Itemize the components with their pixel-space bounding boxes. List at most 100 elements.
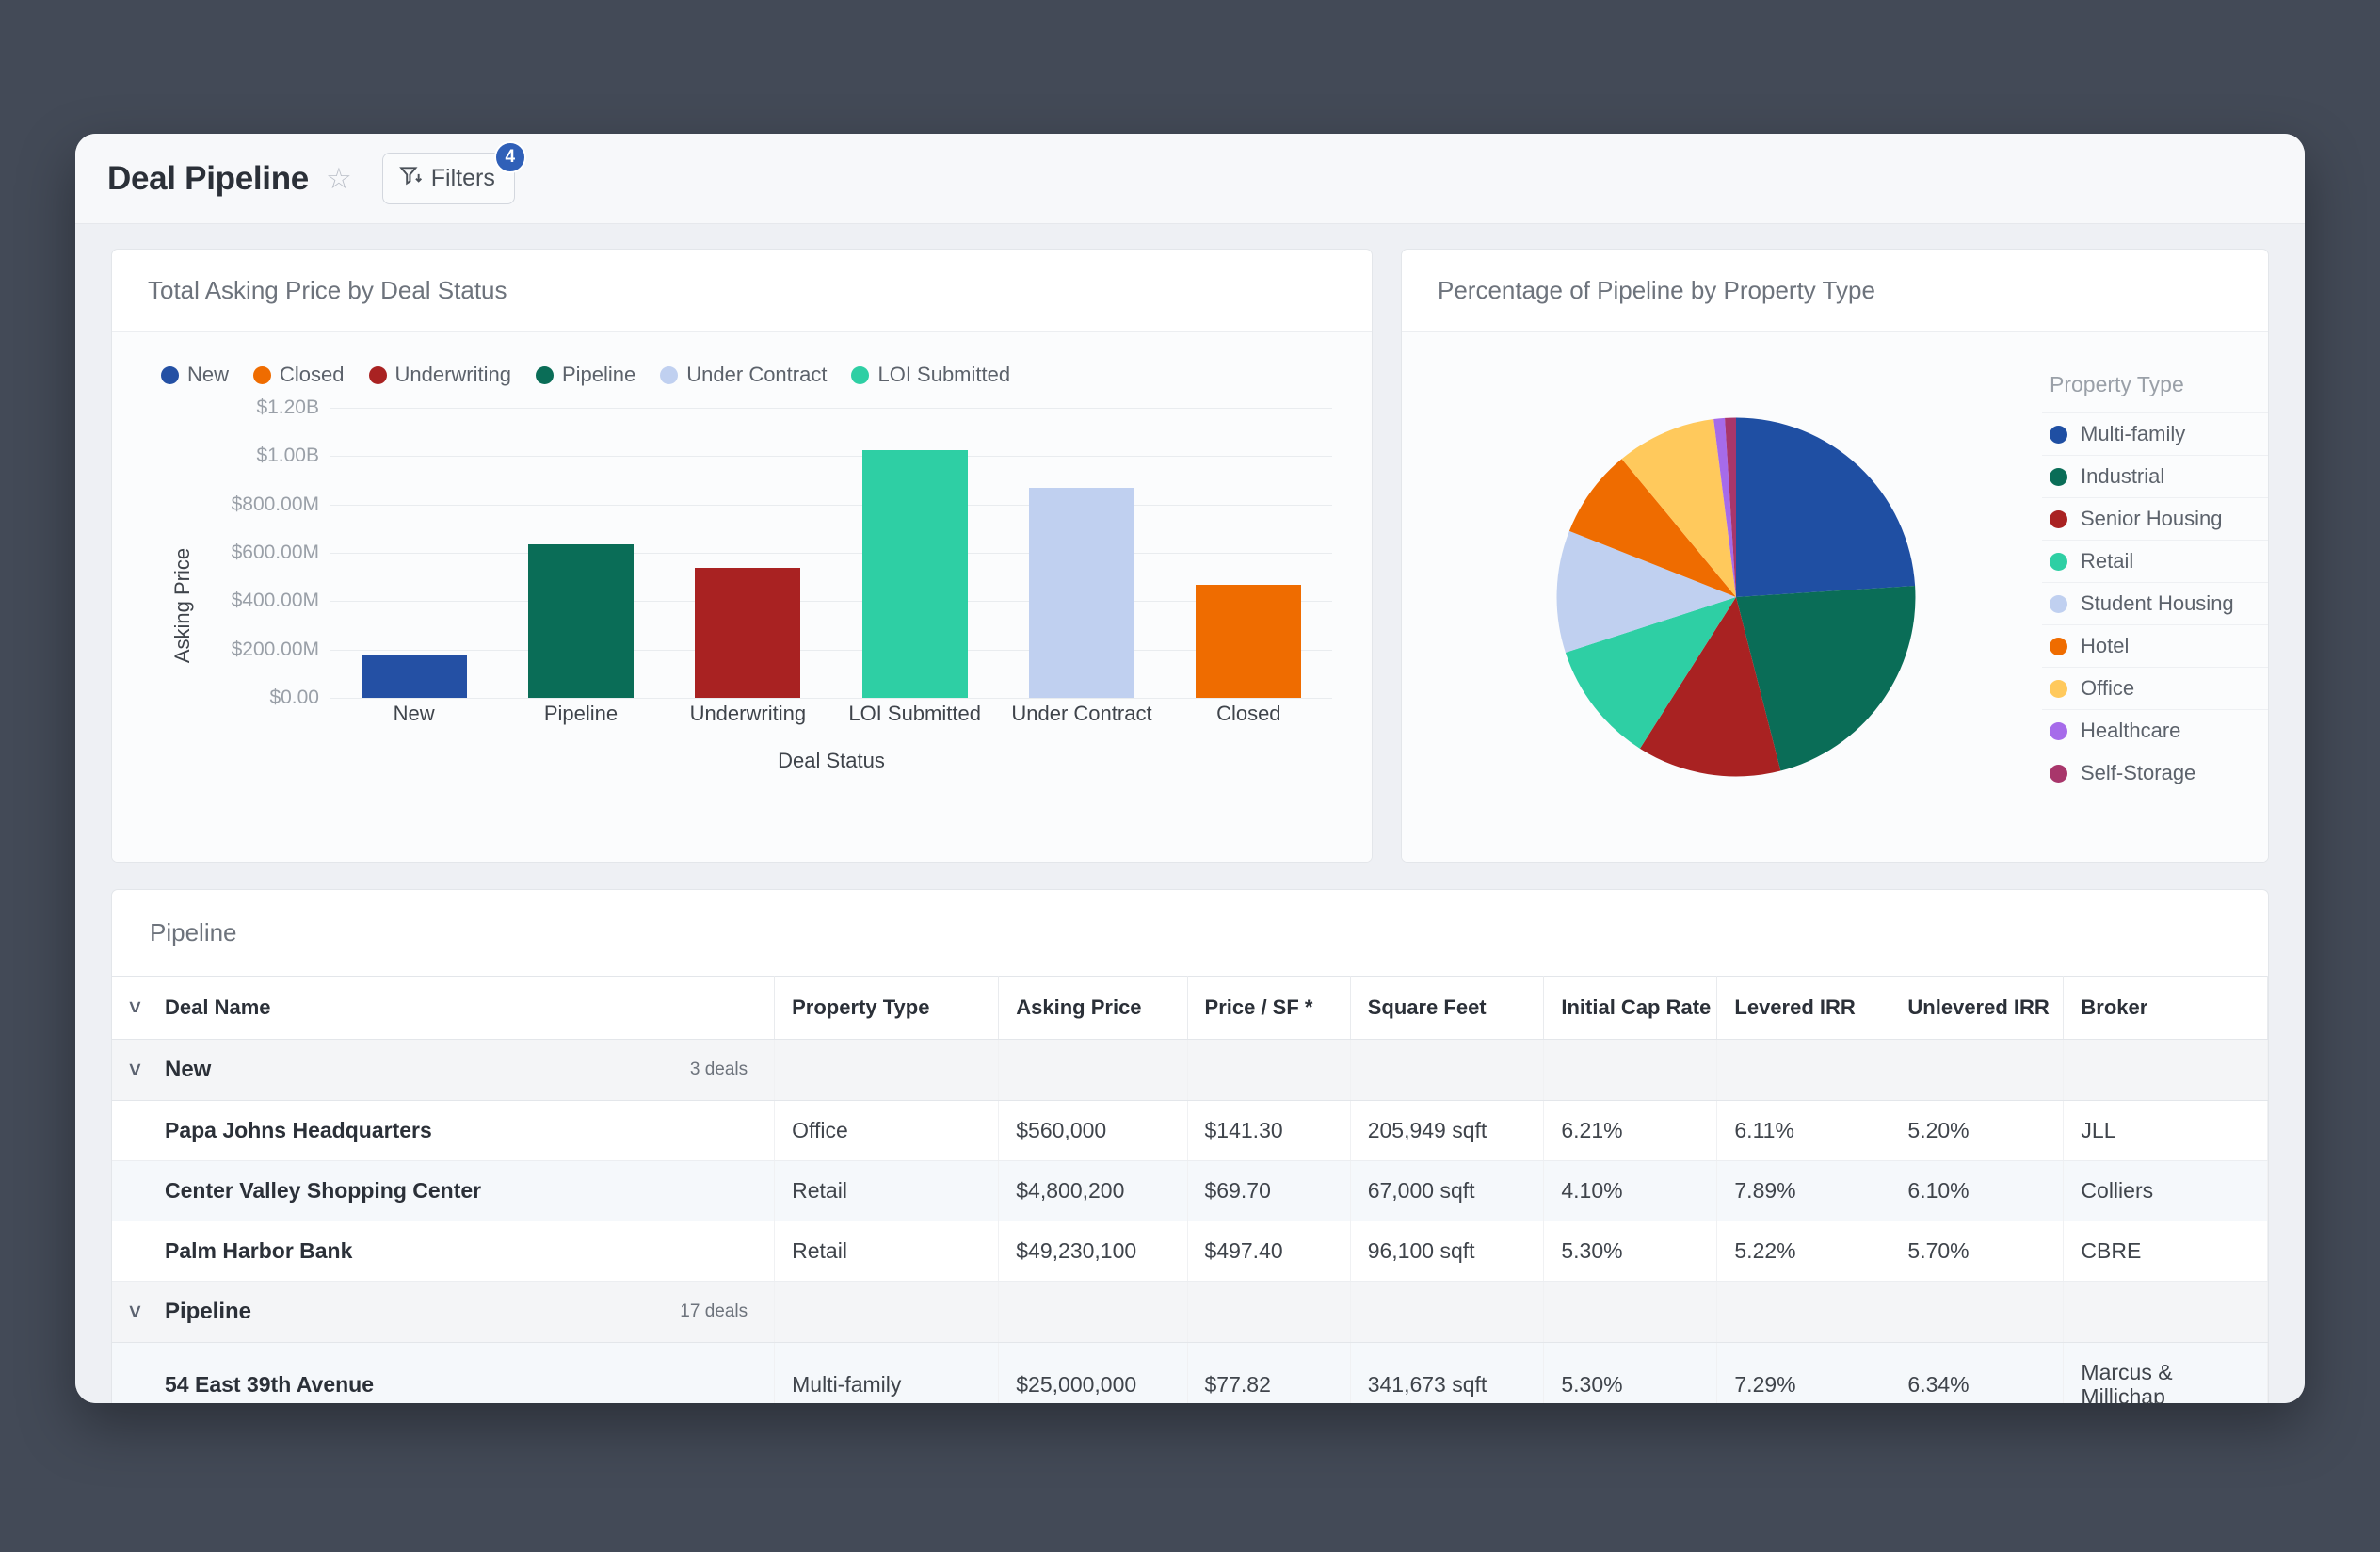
x-axis-tick-label: Underwriting <box>689 702 807 725</box>
cell-ask: $560,000 <box>998 1100 1188 1161</box>
chart-bar[interactable] <box>1028 487 1134 698</box>
pie-slice[interactable] <box>1736 417 1916 597</box>
table-group-row[interactable]: ˅ Pipeline 17 deals <box>112 1281 2268 1343</box>
pie-legend-item[interactable]: Office <box>2042 667 2268 709</box>
cell-uirr: 5.20% <box>1890 1100 2065 1161</box>
table-group-row[interactable]: ˅ New 3 deals <box>112 1039 2268 1101</box>
legend-color-dot <box>2050 509 2067 528</box>
chevron-down-icon[interactable]: ˅ <box>129 995 148 1020</box>
cell-sqft: 205,949 sqft <box>1350 1100 1545 1161</box>
bar-slot <box>999 408 1166 698</box>
bar-chart-y-ticks: $1.20B $1.00B $800.00M $600.00M $400.00M $200… <box>150 396 319 708</box>
bar-chart-legend: New Closed Underwriting Pipeline Under Contr… <box>112 332 1372 387</box>
group-label: Pipeline <box>165 1299 252 1324</box>
table-column-header[interactable]: Initial Cap Rate <box>1543 976 1718 1040</box>
deal-name-cell[interactable]: 54 East 39th Avenue <box>112 1342 776 1403</box>
table-column-header[interactable]: ˅ Deal Name <box>112 976 776 1040</box>
cell-lirr: 7.29% <box>1716 1342 1891 1403</box>
pie-legend-item[interactable]: Hotel <box>2042 624 2268 667</box>
bar-legend-item[interactable]: Underwriting <box>368 363 512 387</box>
chart-bar[interactable] <box>361 655 467 698</box>
bar-legend-item[interactable]: Pipeline <box>536 363 635 387</box>
pie-chart-title: Percentage of Pipeline by Property Type <box>1402 250 2268 332</box>
bar-slot <box>330 408 497 698</box>
table-column-header[interactable]: Levered IRR <box>1716 976 1891 1040</box>
pie-legend-item[interactable]: Retail <box>2042 540 2268 582</box>
cell-psf: $69.70 <box>1187 1160 1351 1221</box>
group-empty-cell <box>1543 1039 1718 1101</box>
group-empty-cell <box>2063 1039 2268 1101</box>
table-row[interactable]: Center Valley Shopping Center Retail $4,80… <box>112 1160 2268 1221</box>
y-axis-tick-label: $1.00B <box>256 445 319 467</box>
legend-color-dot <box>536 365 554 384</box>
bar-legend-item[interactable]: LOI Submitted <box>851 363 1010 387</box>
legend-color-dot <box>2050 467 2067 486</box>
bar-chart-plot: Asking Price $1.20B $1.00B $800.00M $600.00… <box>112 396 1372 803</box>
group-deal-count: 17 deals <box>680 1301 748 1321</box>
pie-legend-item[interactable]: Multi-family <box>2042 412 2268 455</box>
y-axis-tick-label: $600.00M <box>231 542 319 563</box>
pipeline-table-title: Pipeline <box>150 918 237 946</box>
chart-bar[interactable] <box>861 449 968 698</box>
pie-legend-label: Retail <box>2081 549 2134 573</box>
cell-ptype: Office <box>774 1100 1000 1161</box>
cell-uirr: 5.70% <box>1890 1221 2065 1282</box>
cell-broker: JLL <box>2063 1100 2268 1161</box>
table-column-header[interactable]: Price / SF * <box>1187 976 1351 1040</box>
group-empty-cell <box>1716 1281 1891 1343</box>
legend-label: Closed <box>280 363 345 386</box>
chevron-down-icon[interactable]: ˅ <box>129 1058 148 1082</box>
group-empty-cell <box>1890 1039 2065 1101</box>
x-axis-tick-label: Under Contract <box>1011 702 1152 725</box>
pie-legend-item[interactable]: Self-Storage <box>2042 752 2268 794</box>
cell-sqft: 341,673 sqft <box>1350 1342 1545 1403</box>
cell-ptype: Multi-family <box>774 1342 1000 1403</box>
deal-name-cell[interactable]: Palm Harbor Bank <box>112 1221 776 1282</box>
pipeline-table-card: Pipeline ˅ Deal Name Property Type Asking P… <box>111 889 2269 1403</box>
chevron-down-icon[interactable]: ˅ <box>129 1300 148 1324</box>
pie-chart-graphic <box>1402 409 2033 785</box>
bar-legend-item[interactable]: Under Contract <box>660 363 827 387</box>
legend-label: Underwriting <box>394 363 512 386</box>
y-axis-tick-label: $200.00M <box>231 638 319 660</box>
table-column-header[interactable]: Asking Price <box>998 976 1188 1040</box>
x-axis-tick-label: New <box>393 702 435 725</box>
group-empty-cell <box>774 1039 1000 1101</box>
legend-color-dot <box>2050 679 2067 698</box>
pie-legend-item[interactable]: Healthcare <box>2042 709 2268 752</box>
group-empty-cell <box>1716 1039 1891 1101</box>
pie-legend-item[interactable]: Student Housing <box>2042 582 2268 624</box>
pie-legend-item[interactable]: Industrial <box>2042 455 2268 497</box>
pie-legend-label: Student Housing <box>2081 591 2234 615</box>
pie-chart-card: Percentage of Pipeline by Property Type … <box>1401 249 2269 863</box>
table-row[interactable]: 54 East 39th Avenue Multi-family $25,000,0… <box>112 1342 2268 1403</box>
legend-label: LOI Submitted <box>877 363 1011 386</box>
group-empty-cell <box>998 1039 1188 1101</box>
table-column-header[interactable]: Unlevered IRR <box>1890 976 2065 1040</box>
pie-legend-item[interactable]: Senior Housing <box>2042 497 2268 540</box>
deal-name-cell[interactable]: Center Valley Shopping Center <box>112 1160 776 1221</box>
table-column-header[interactable]: Broker <box>2063 976 2268 1040</box>
legend-label: Under Contract <box>686 363 828 386</box>
bar-legend-item[interactable]: Closed <box>253 363 345 387</box>
filters-button[interactable]: Filters 4 <box>381 141 526 204</box>
cell-sqft: 96,100 sqft <box>1350 1221 1545 1282</box>
table-row[interactable]: Papa Johns Headquarters Office $560,000 $14… <box>112 1100 2268 1161</box>
legend-color-dot <box>2050 425 2067 444</box>
table-column-header[interactable]: Square Feet <box>1350 976 1545 1040</box>
x-axis-tick-label: Closed <box>1216 702 1281 725</box>
table-row[interactable]: Palm Harbor Bank Retail $49,230,100 $497.40… <box>112 1221 2268 1282</box>
chart-bar[interactable] <box>695 568 801 698</box>
cell-ask: $4,800,200 <box>998 1160 1188 1221</box>
chart-bar[interactable] <box>1196 585 1302 698</box>
y-axis-tick-label: $0.00 <box>269 687 319 708</box>
bar-chart-title: Total Asking Price by Deal Status <box>112 250 1372 332</box>
bar-legend-item[interactable]: New <box>161 363 229 387</box>
star-outline-icon[interactable]: ☆ <box>326 164 352 193</box>
deal-name-cell[interactable]: Papa Johns Headquarters <box>112 1100 776 1161</box>
table-column-header[interactable]: Property Type <box>774 976 1000 1040</box>
bar-chart-card: Total Asking Price by Deal Status New Clo… <box>111 249 1373 863</box>
chart-bar[interactable] <box>527 544 634 698</box>
group-empty-cell <box>2063 1281 2268 1343</box>
cell-cap: 5.30% <box>1543 1342 1718 1403</box>
